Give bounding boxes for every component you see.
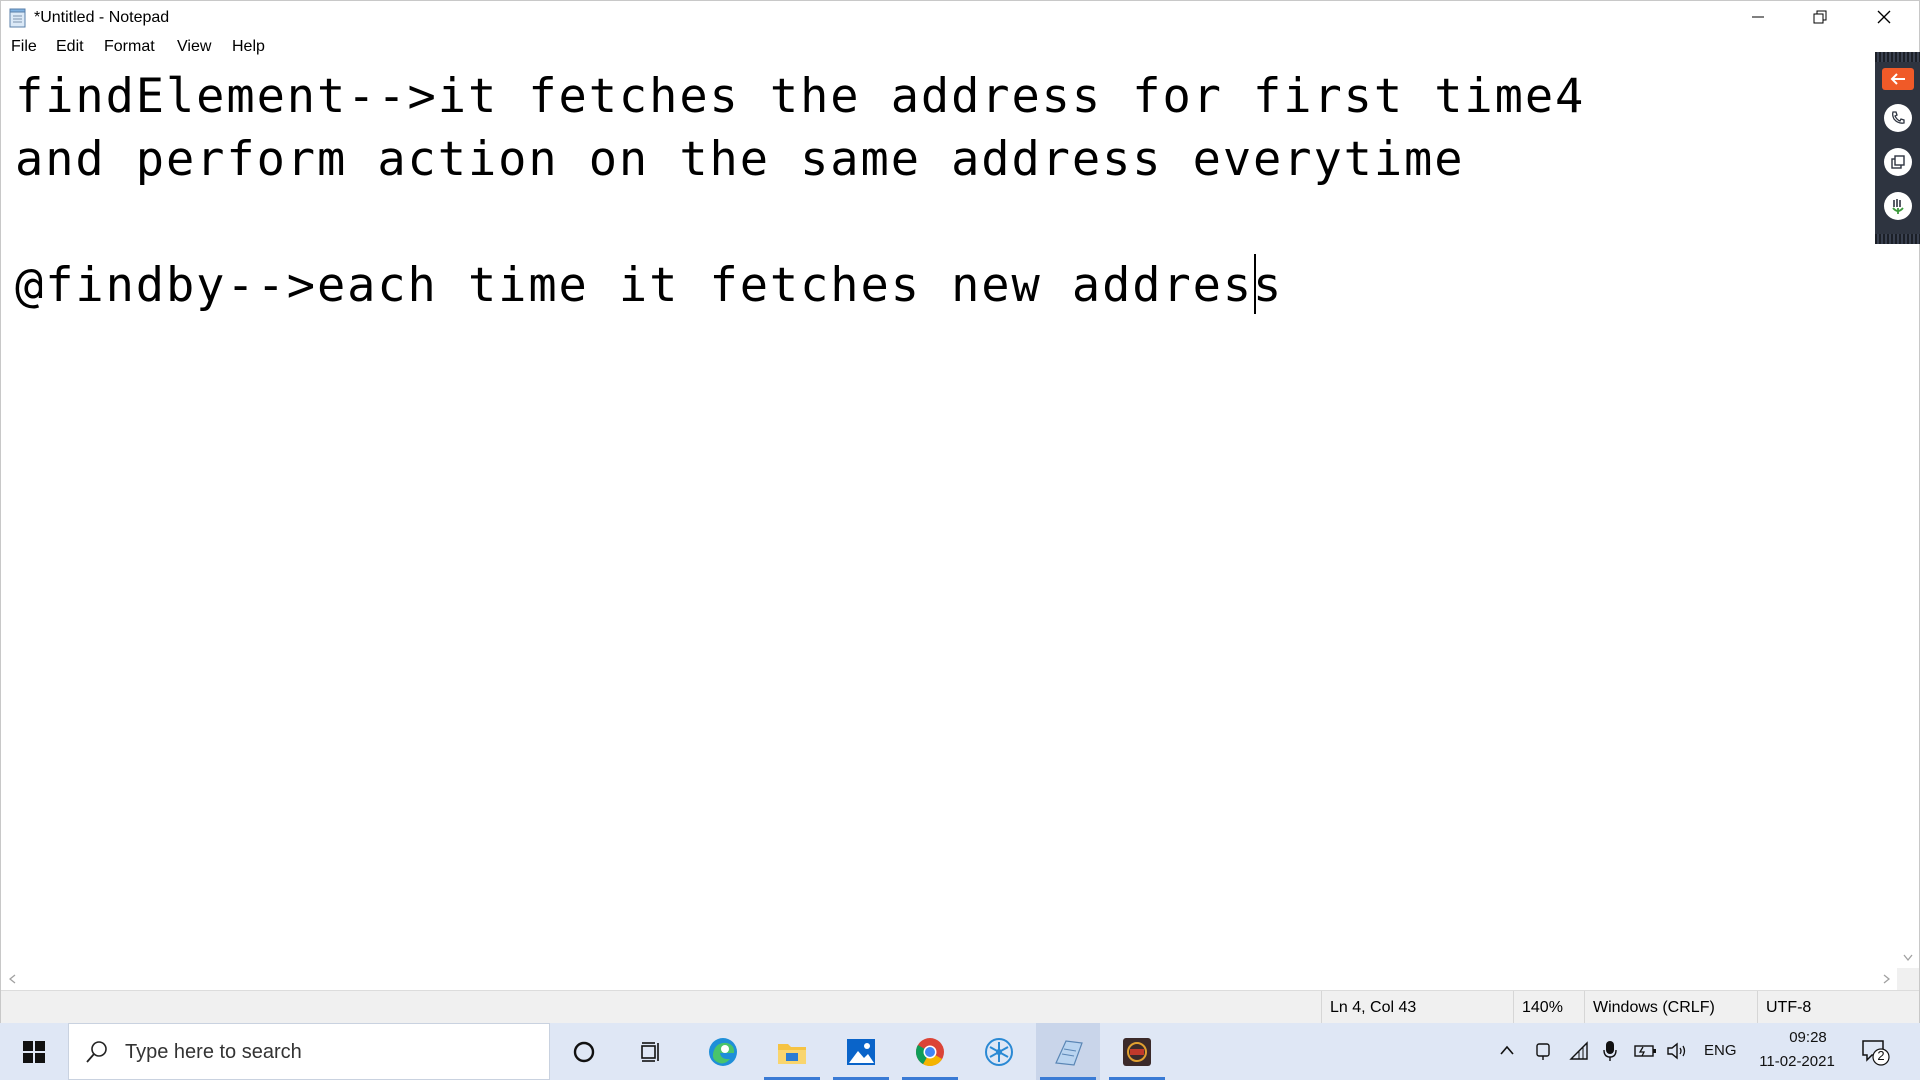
editor-line-1: findElement-->it fetches the address for… [15,69,1586,124]
menu-format[interactable]: Format [104,38,155,56]
edge-taskbar-button[interactable] [691,1023,755,1080]
status-encoding: UTF-8 [1757,991,1920,1025]
notepad-icon [9,8,26,28]
text-editor[interactable]: findElement-->it fetches the address for… [1,61,1898,968]
show-hidden-icons-icon[interactable] [1499,1043,1515,1057]
horizontal-scrollbar[interactable] [1,968,1898,990]
search-placeholder: Type here to search [125,1041,302,1063]
taskbar-search-box[interactable]: Type here to search [68,1023,550,1080]
notepad-icon [1055,1039,1083,1066]
photos-taskbar-button[interactable] [829,1023,893,1080]
close-icon [1877,10,1891,24]
menu-bar: File Edit Format View Help [1,35,1919,61]
file-explorer-taskbar-button[interactable] [760,1023,824,1080]
status-cursor-position: Ln 4, Col 43 [1321,991,1511,1025]
floating-side-panel [1875,52,1920,244]
menu-view[interactable]: View [177,38,211,56]
close-button[interactable] [1853,1,1915,33]
status-line-ending: Windows (CRLF) [1584,991,1756,1025]
panel-grip-bottom[interactable] [1875,234,1920,244]
touch-button[interactable] [1884,192,1912,220]
restore-button[interactable] [1789,1,1851,33]
photos-icon [847,1038,875,1065]
menu-edit[interactable]: Edit [56,38,84,56]
meet-now-icon[interactable] [1534,1041,1552,1061]
copy-icon [1891,155,1905,169]
taskbar: Type here to search ENG 09:28 11-02-2021 [0,1023,1920,1080]
language-indicator[interactable]: ENG [1704,1042,1737,1059]
notifications-button[interactable]: 2 [1860,1037,1890,1067]
phone-icon [1892,111,1905,124]
editor-line-2: and perform action on the same address e… [15,132,1465,187]
restore-icon [1813,10,1827,24]
network-icon[interactable] [1569,1041,1589,1061]
cortana-icon [573,1041,595,1062]
clock-time[interactable]: 09:28 [1776,1029,1840,1046]
status-bar: Ln 4, Col 43 140% Windows (CRLF) UTF-8 [1,990,1920,1025]
cortana-button[interactable] [552,1023,616,1080]
arrow-left-icon [1890,73,1905,85]
phone-button[interactable] [1884,104,1912,132]
notification-count: 2 [1877,1048,1885,1063]
edge-icon [709,1037,737,1066]
touch-icon [1892,199,1904,214]
chrome-taskbar-button[interactable] [898,1023,962,1080]
chrome-icon [916,1037,944,1066]
scroll-left-icon[interactable] [9,974,17,984]
task-view-button[interactable] [620,1023,684,1080]
scrollbar-corner [1897,968,1919,990]
status-zoom: 140% [1513,991,1583,1025]
volume-icon[interactable] [1666,1041,1688,1061]
copy-button[interactable] [1884,148,1912,176]
app-taskbar-button[interactable] [967,1023,1031,1080]
notepad-window: *Untitled - Notepad File Edit Format Vie… [0,0,1920,1025]
folder-icon [778,1043,806,1064]
menu-file[interactable]: File [11,38,37,56]
title-bar: *Untitled - Notepad [1,1,1919,35]
microphone-icon[interactable] [1602,1040,1618,1062]
text-caret [1254,254,1256,314]
snowflake-app-icon [985,1037,1013,1066]
start-button[interactable] [0,1023,68,1080]
editor-line-4: @findby-->each time it fetches new addre… [15,258,1284,313]
task-view-icon [641,1041,659,1062]
window-title: *Untitled - Notepad [34,9,170,26]
notepad-taskbar-button[interactable] [1036,1023,1100,1080]
windows-logo-icon [23,1040,45,1063]
scroll-right-icon[interactable] [1882,974,1890,984]
collapse-panel-button[interactable] [1882,68,1914,90]
video-app-taskbar-button[interactable] [1105,1023,1169,1080]
search-icon [86,1041,107,1063]
menu-help[interactable]: Help [232,38,265,56]
battery-icon[interactable] [1633,1043,1657,1059]
minimize-icon [1752,16,1764,18]
scroll-down-icon[interactable] [1903,954,1913,962]
clock-date[interactable]: 11-02-2021 [1752,1053,1842,1070]
video-app-icon [1123,1037,1151,1066]
minimize-button[interactable] [1727,1,1789,33]
panel-grip-top[interactable] [1875,52,1920,62]
